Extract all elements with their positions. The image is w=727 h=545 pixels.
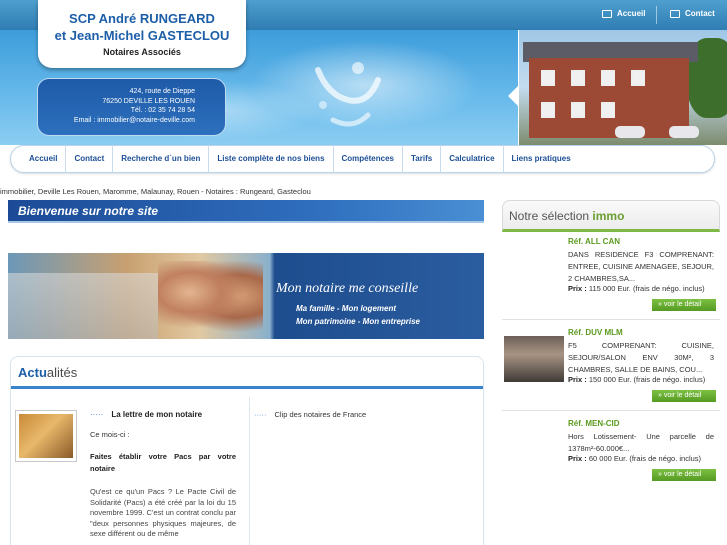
listing-description: F5 COMPRENANT: CUISINE, SEJOUR/SALON ENV… [568, 341, 714, 374]
top-separator [656, 6, 657, 24]
home-icon [602, 9, 612, 18]
nav-item-calculatrice[interactable]: Calculatrice [441, 145, 504, 173]
site-header: Accueil Contact SCP André RUNGEARD et Je… [0, 0, 727, 145]
price-label: Prix : [568, 375, 587, 384]
photo-car [615, 126, 645, 138]
selection-heading-part1: Notre sélection [509, 209, 590, 223]
nav-item-property-list[interactable]: Liste complète de nos biens [209, 145, 334, 173]
view-detail-button[interactable]: » voir le détail [652, 469, 716, 481]
office-building-photo [518, 30, 727, 145]
news-panel: Actualités ····· La lettre de mon notaire… [10, 356, 484, 545]
price-currency: Eur. [613, 454, 628, 463]
top-home-label: Accueil [617, 9, 646, 18]
price-currency: Eur. [618, 375, 632, 384]
nav-item-contact[interactable]: Contact [66, 145, 114, 173]
price-label: Prix : [568, 284, 587, 293]
bullet-dots-icon: ····· [254, 410, 267, 419]
top-home-link[interactable]: Accueil [602, 9, 645, 18]
price-fees: (frais de négo. inclus) [632, 284, 705, 293]
news-item-subtitle: Ce mois-ci : [90, 430, 130, 439]
photo-window [571, 102, 585, 118]
address-phone: Tél. : 02 35 74 28 54 [130, 107, 195, 114]
banner-text-panel: Mon notaire me conseille Ma famille - Mo… [264, 253, 484, 339]
listing-price: Prix : 60 000 Eur. (frais de négo. inclu… [568, 454, 701, 463]
listing-description: DANS RESIDENCE F3 COMPRENANT: ENTREE, CU… [568, 250, 714, 283]
banner-people-image [158, 261, 263, 339]
photo-car [669, 126, 699, 138]
seo-keywords-text: immobilier, Deville Les Rouen, Maromme, … [0, 187, 311, 196]
bullet-dots-icon: ····· [90, 410, 104, 419]
price-currency: Eur. [617, 284, 631, 293]
news-heading-part2: alités [46, 365, 78, 380]
price-value: 150 000 [588, 375, 616, 384]
listing-price: Prix : 150 000 Eur. (frais de négo. incl… [568, 375, 705, 384]
view-detail-label: voir le détail [663, 392, 702, 399]
address-box: 424, route de Dieppe 76250 DEVILLE LES R… [37, 78, 226, 136]
nav-item-tarifs[interactable]: Tarifs [403, 145, 442, 173]
photo-window [601, 102, 615, 118]
mail-icon [670, 9, 680, 18]
listing-price: Prix : 115 000 Eur. (frais de négo. incl… [568, 284, 705, 293]
photo-window [541, 70, 555, 86]
main-nav: Accueil Contact Recherche d`un bien List… [10, 145, 715, 173]
photo-building [529, 58, 689, 138]
listing-separator [502, 410, 720, 411]
view-detail-label: voir le détail [663, 301, 702, 308]
news-heading-part1: Actu [18, 365, 47, 380]
listing-ref[interactable]: Réf. DUV MLM [568, 328, 623, 337]
pen-letter-image [19, 414, 73, 458]
news-item-body: Qu'est ce qu'un Pacs ? Le Pacte Civil de… [90, 487, 236, 538]
address-city: 76250 DEVILLE LES ROUEN [102, 97, 195, 105]
address-email[interactable]: Email : immobilier@notaire-deville.com [38, 116, 195, 126]
column-divider [249, 397, 250, 545]
photo-window [571, 70, 585, 86]
welcome-title: Bienvenue sur notre site [18, 204, 159, 218]
top-contact-label: Contact [685, 9, 715, 18]
news-item2-title[interactable]: ····· Clip des notaires de France [254, 410, 366, 419]
price-fees: (frais de négo. inclus) [629, 454, 702, 463]
news-item-headline[interactable]: Faites établir votre Pacs par votre nota… [90, 451, 236, 475]
office-title-line2: et Jean-Michel GASTECLOU [54, 28, 230, 43]
nav-item-accueil[interactable]: Accueil [21, 145, 67, 173]
swirl-logo-icon [315, 62, 381, 127]
photo-window [601, 70, 615, 86]
address-street: 424, route de Dieppe [129, 88, 195, 95]
selection-heading-part2: immo [592, 209, 625, 223]
welcome-banner: Bienvenue sur notre site [8, 200, 484, 223]
listing-ref[interactable]: Réf. MEN-CID [568, 419, 620, 428]
listing-photo[interactable] [504, 336, 564, 382]
nav-item-search-property[interactable]: Recherche d`un bien [113, 145, 210, 173]
photo-window [631, 70, 645, 86]
selection-heading: Notre sélection immo [502, 200, 720, 232]
price-label: Prix : [568, 454, 587, 463]
top-contact-link[interactable]: Contact [670, 9, 715, 18]
price-value: 60 000 [588, 454, 612, 463]
nav-item-competences[interactable]: Compétences [334, 145, 403, 173]
price-value: 115 000 [588, 284, 616, 293]
slideshow-prev-icon[interactable] [508, 86, 518, 106]
nav-item-liens-pratiques[interactable]: Liens pratiques [504, 145, 579, 173]
view-detail-button[interactable]: » voir le détail [652, 390, 716, 402]
news-item-title-text: La lettre de mon notaire [111, 410, 203, 419]
banner-house-image [8, 273, 158, 339]
office-title-line1: SCP André RUNGEARD [69, 11, 215, 26]
banner-title: Mon notaire me conseille [276, 281, 419, 296]
promo-banner: Mon notaire me conseille Ma famille - Mo… [8, 253, 484, 339]
news-heading: Actualités [11, 357, 483, 389]
office-subtitle: Notaires Associés [103, 47, 181, 57]
office-title-box: SCP André RUNGEARD et Jean-Michel GASTEC… [38, 0, 246, 68]
listing-ref[interactable]: Réf. ALL CAN [568, 237, 620, 246]
listing-description: Hors Lotissement- Une parcelle de 1378m²… [568, 432, 714, 453]
view-detail-label: voir le détail [663, 471, 702, 478]
price-fees: (frais de négo. inclus) [633, 375, 706, 384]
banner-line2: Mon patrimoine - Mon entreprise [296, 317, 421, 326]
listing-separator [502, 319, 720, 320]
news-item2-title-text: Clip des notaires de France [274, 410, 367, 419]
view-detail-button[interactable]: » voir le détail [652, 299, 716, 311]
banner-line1: Ma famille - Mon logement [296, 304, 397, 313]
news-item-title[interactable]: ····· La lettre de mon notaire [90, 410, 202, 419]
news-thumbnail[interactable] [15, 410, 77, 462]
photo-window [541, 102, 555, 118]
